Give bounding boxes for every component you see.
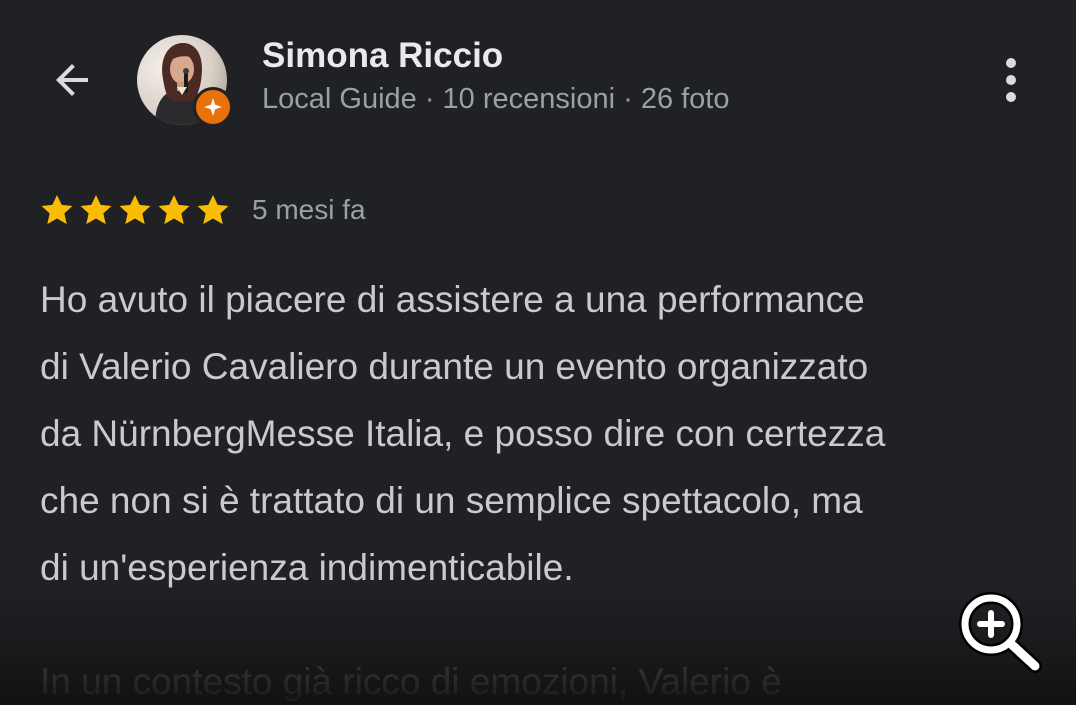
arrow-back-icon [56, 64, 88, 96]
star-icon [80, 194, 112, 225]
star-icon [197, 194, 229, 225]
review-line: di Valerio Cavaliero durante un evento o… [40, 346, 869, 387]
review-body: Ho avuto il piacere di assistere a una p… [40, 266, 1050, 705]
reviewer-meta: Local Guide · 10 recensioni · 26 foto [262, 83, 730, 115]
review-line: Ho avuto il piacere di assistere a una p… [40, 279, 865, 320]
star-rating [38, 191, 232, 229]
local-guide-star-icon [204, 98, 222, 116]
review-date: 5 mesi fa [252, 194, 366, 225]
star-icon [41, 194, 73, 225]
zoom-in-button[interactable] [955, 588, 1047, 676]
local-guide-badge [193, 87, 233, 127]
star-icon [158, 194, 190, 225]
back-button[interactable] [38, 46, 106, 114]
review-line-continued: In un contesto già ricco di emozioni, Va… [40, 661, 782, 702]
zoom-in-icon [959, 592, 1042, 673]
reviewer-name[interactable]: Simona Riccio [262, 36, 503, 76]
review-line: da NürnbergMesse Italia, e posso dire co… [40, 413, 886, 454]
avatar[interactable] [137, 35, 233, 129]
star-icon [119, 194, 151, 225]
more-vert-icon [1006, 58, 1016, 102]
review-line: che non si è trattato di un semplice spe… [40, 480, 863, 521]
review-screen: Simona Riccio Local Guide · 10 recension… [0, 0, 1076, 705]
review-line: di un'esperienza indimenticabile. [40, 547, 574, 588]
rating-row: 5 mesi fa [38, 190, 366, 230]
more-options-button[interactable] [986, 52, 1036, 108]
